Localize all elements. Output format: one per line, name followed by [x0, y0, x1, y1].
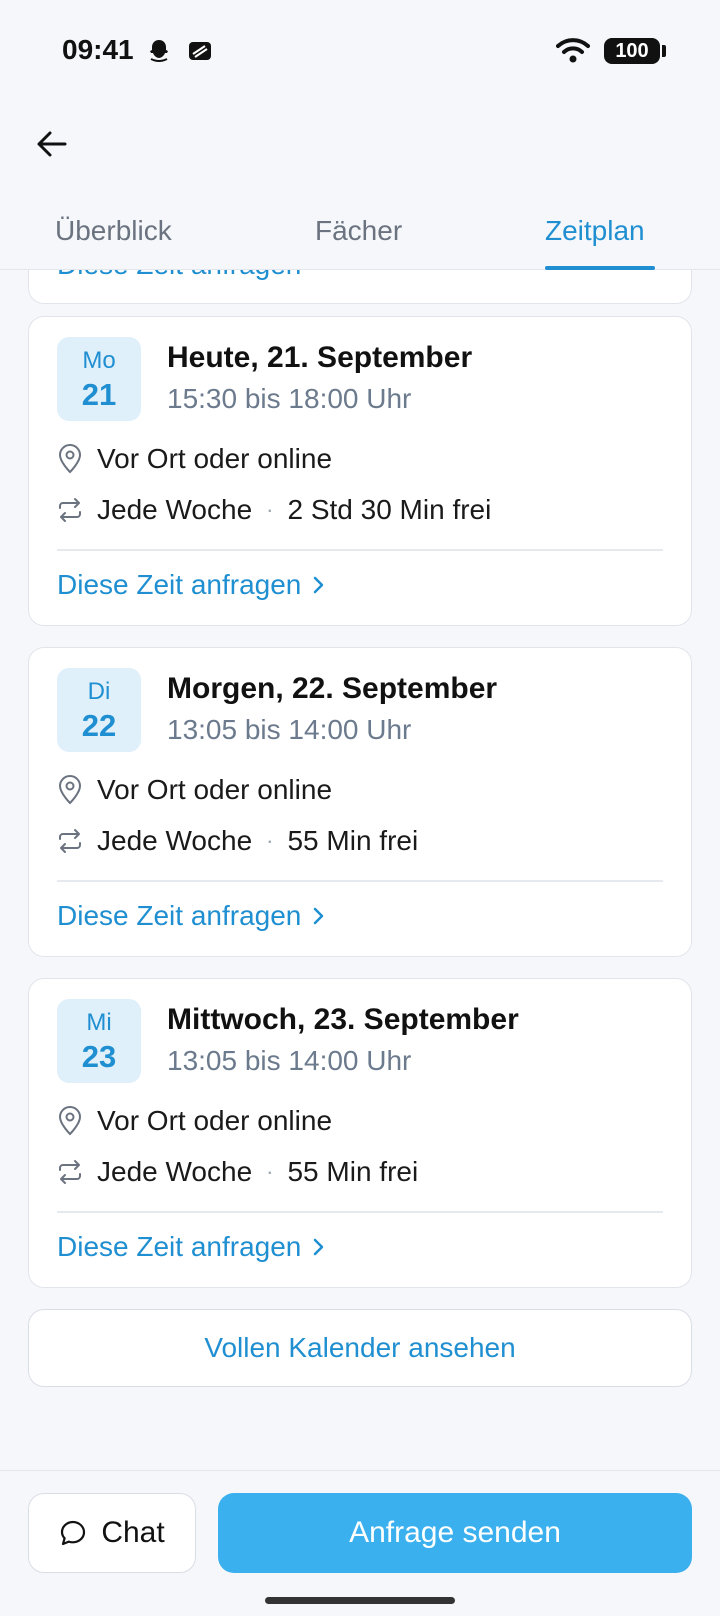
date-badge: Mo 21 [57, 337, 141, 421]
tab-bar: Überblick Fächer Zeitplan [0, 196, 720, 270]
request-time-label: Diese Zeit anfragen [57, 569, 302, 600]
free-time-text: 55 Min frei [287, 1156, 419, 1187]
recurrence-row: Jede Woche · 2 Std 30 Min frei [57, 492, 491, 528]
recurrence-text: Jede Woche [97, 494, 253, 525]
send-request-button[interactable]: Anfrage senden [218, 1493, 692, 1573]
chevron-right-icon [313, 576, 325, 594]
tab-zeitplan[interactable]: Zeitplan [545, 196, 645, 270]
status-time: 09:41 [62, 34, 134, 65]
badge-day: Mi [86, 1009, 112, 1036]
recurrence-row: Jede Woche · 55 Min frei [57, 823, 418, 859]
badge-day: Mo [82, 347, 116, 374]
slot-title: Mittwoch, 23. September [167, 1003, 519, 1036]
location-row: Vor Ort oder online [57, 441, 332, 477]
badge-day: Di [87, 678, 111, 705]
snapchat-icon [146, 38, 172, 69]
battery-tip [662, 45, 666, 57]
home-indicator [265, 1597, 455, 1604]
free-time-text: 55 Min frei [287, 825, 419, 856]
chat-label: Chat [101, 1516, 165, 1549]
chat-button[interactable]: Chat [28, 1493, 196, 1573]
slot-time: 15:30 bis 18:00 Uhr [167, 383, 412, 414]
recurrence-row: Jede Woche · 55 Min frei [57, 1154, 418, 1190]
free-time-text: 2 Std 30 Min frei [287, 494, 492, 525]
location-row: Vor Ort oder online [57, 772, 332, 808]
schedule-list[interactable]: Diese Zeit anfragen Mo 21 Heute, 21. Sep… [0, 270, 720, 1470]
header: Überblick Fächer Zeitplan [0, 100, 720, 270]
repeat-icon [57, 1157, 83, 1187]
request-time-label: Diese Zeit anfragen [57, 1231, 302, 1262]
repeat-icon [57, 495, 83, 525]
chat-bubble-icon [59, 1519, 87, 1547]
bottom-action-bar: Chat Anfrage senden [0, 1470, 720, 1616]
slot-card-previous: Diese Zeit anfragen [28, 270, 692, 304]
active-tab-indicator [545, 266, 655, 270]
chevron-right-icon [313, 1238, 325, 1256]
slot-time: 13:05 bis 14:00 Uhr [167, 714, 412, 745]
divider [57, 1211, 663, 1213]
separator-dot: · [266, 828, 274, 853]
recurrence-text: Jede Woche [97, 1156, 253, 1187]
date-badge: Mi 23 [57, 999, 141, 1083]
divider [57, 880, 663, 882]
divider [57, 549, 663, 551]
battery-icon: 100 [604, 38, 660, 64]
chevron-right-icon [313, 907, 325, 925]
slot-card: Mi 23 Mittwoch, 23. September 13:05 bis … [28, 978, 692, 1288]
slot-time: 13:05 bis 14:00 Uhr [167, 1045, 412, 1076]
arrow-left-icon [37, 131, 67, 157]
location-pin-icon [57, 775, 83, 805]
location-row: Vor Ort oder online [57, 1103, 332, 1139]
location-pin-icon [57, 444, 83, 474]
badge-date: 22 [81, 708, 117, 743]
separator-dot: · [266, 497, 274, 522]
request-time-link[interactable]: Diese Zeit anfragen [57, 270, 301, 281]
slot-title: Heute, 21. September [167, 341, 473, 374]
request-time-link[interactable]: Diese Zeit anfragen [57, 900, 325, 932]
request-time-label: Diese Zeit anfragen [57, 900, 302, 931]
slot-title: Morgen, 22. September [167, 672, 498, 705]
tab-faecher[interactable]: Fächer [315, 196, 402, 270]
status-bar: 09:41 100 [0, 0, 720, 100]
repeat-icon [57, 826, 83, 856]
badge-date: 23 [81, 1039, 117, 1074]
view-full-calendar-button[interactable]: Vollen Kalender ansehen [28, 1309, 692, 1387]
slot-card: Di 22 Morgen, 22. September 13:05 bis 14… [28, 647, 692, 957]
stack-icon [186, 38, 214, 69]
location-text: Vor Ort oder online [97, 774, 333, 805]
back-button[interactable] [30, 122, 74, 166]
location-text: Vor Ort oder online [97, 443, 333, 474]
request-time-link[interactable]: Diese Zeit anfragen [57, 1231, 325, 1263]
location-pin-icon [57, 1106, 83, 1136]
tab-ueberblick[interactable]: Überblick [55, 196, 172, 270]
separator-dot: · [266, 1159, 274, 1184]
recurrence-text: Jede Woche [97, 825, 253, 856]
badge-date: 21 [81, 377, 117, 412]
date-badge: Di 22 [57, 668, 141, 752]
location-text: Vor Ort oder online [97, 1105, 333, 1136]
slot-card: Mo 21 Heute, 21. September 15:30 bis 18:… [28, 316, 692, 626]
wifi-icon [556, 36, 590, 69]
request-time-link[interactable]: Diese Zeit anfragen [57, 569, 325, 601]
